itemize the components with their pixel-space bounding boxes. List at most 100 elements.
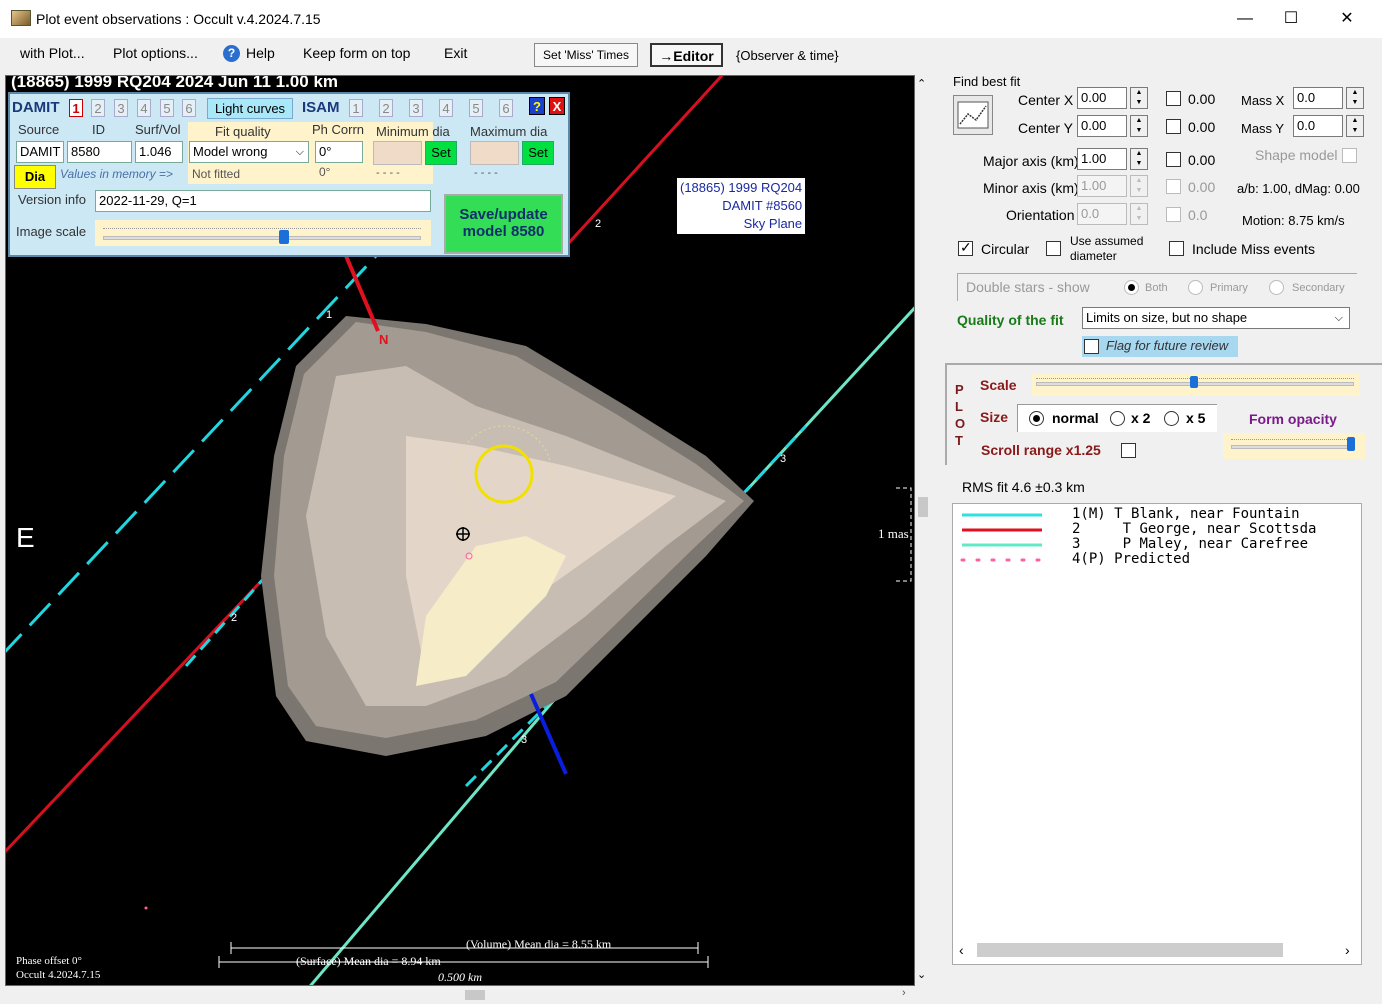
both-radio[interactable] [1124, 280, 1139, 295]
menu-keep-form-on-top[interactable]: Keep form on top [303, 45, 410, 61]
legend-hscrollbar[interactable]: ‹ › [953, 940, 1361, 962]
orientation-input[interactable]: 0.0 [1077, 203, 1127, 225]
use-assumed-label: Use assumed diameter [1070, 234, 1144, 263]
volume-dia-label: (Volume) Mean dia = 8.55 km [466, 937, 612, 951]
isam-tab-3[interactable]: 3 [409, 99, 423, 117]
set-min-dia-button[interactable]: Set [425, 141, 457, 165]
menu-help[interactable]: Help [246, 45, 275, 61]
scale-label: Scale [980, 377, 1017, 393]
orientation-checkbox[interactable] [1166, 207, 1181, 222]
center-y-checkbox[interactable] [1166, 119, 1181, 134]
center-y-input[interactable]: 0.00 [1077, 115, 1127, 137]
min-dia-field[interactable] [373, 141, 422, 165]
major-axis-input[interactable]: 1.00 [1077, 148, 1127, 170]
observer-time-link[interactable]: {Observer & time} [736, 48, 839, 63]
mass-x-input[interactable]: 0.0 [1293, 87, 1343, 109]
find-best-fit-button[interactable] [953, 95, 993, 135]
minor-axis-input[interactable]: 1.00 [1077, 175, 1127, 197]
isam-tab-2[interactable]: 2 [379, 99, 393, 117]
flag-review-checkbox[interactable] [1084, 339, 1099, 354]
menu-with-plot[interactable]: with Plot... [20, 45, 85, 61]
major-axis-checkbox[interactable] [1166, 152, 1181, 167]
light-curves-button[interactable]: Light curves [207, 98, 293, 119]
id-field[interactable]: 8580 [67, 141, 132, 163]
major-axis-check-value: 0.00 [1188, 152, 1216, 168]
damit-tab-3[interactable]: 3 [114, 99, 128, 117]
circular-checkbox[interactable] [958, 239, 973, 256]
scroll-range-checkbox[interactable] [1121, 443, 1136, 458]
major-axis-spinner[interactable]: ▲ ▼ [1130, 148, 1148, 170]
plot-hscrollbar[interactable]: › [5, 987, 915, 1002]
mass-y-spinner[interactable]: ▲ ▼ [1346, 115, 1364, 137]
orientation-spinner[interactable]: ▲ ▼ [1130, 203, 1148, 225]
chord-label-3b: 3 [521, 734, 528, 746]
minimize-button[interactable]: — [1222, 0, 1268, 38]
center-x-spinner[interactable]: ▲ ▼ [1130, 87, 1148, 109]
source-field[interactable]: DAMIT [16, 141, 64, 163]
fit-quality-select[interactable]: Model wrong ⌵ [189, 141, 309, 163]
editor-button[interactable]: →Editor [650, 43, 723, 67]
max-dia-field[interactable] [470, 141, 519, 165]
dia-button[interactable]: Dia [14, 165, 56, 189]
use-assumed-checkbox[interactable] [1046, 241, 1061, 256]
mass-y-input[interactable]: 0.0 [1293, 115, 1343, 137]
set-miss-times-button[interactable]: Set 'Miss' Times [534, 43, 638, 67]
isam-tab-4[interactable]: 4 [439, 99, 453, 117]
help-icon[interactable]: ? [223, 45, 240, 62]
scroll-right-icon[interactable]: › [1345, 942, 1350, 958]
isam-tab-6[interactable]: 6 [499, 99, 513, 117]
ph-corr-field[interactable]: 0° [315, 141, 363, 163]
form-opacity-slider[interactable] [1223, 433, 1365, 459]
secondary-radio[interactable] [1269, 280, 1284, 295]
shape-model-checkbox[interactable] [1342, 148, 1357, 163]
damit-help-button[interactable]: ? [529, 97, 545, 115]
scale-thumb[interactable] [1190, 376, 1198, 388]
center-x-input[interactable]: 0.00 [1077, 87, 1127, 109]
isam-tab-1[interactable]: 1 [349, 99, 363, 117]
mass-y-label: Mass Y [1241, 121, 1285, 136]
minor-axis-checkbox[interactable] [1166, 179, 1181, 194]
scroll-right-icon[interactable]: › [902, 987, 906, 999]
legend-hscroll-thumb[interactable] [977, 943, 1283, 957]
primary-radio[interactable] [1188, 280, 1203, 295]
vscroll-thumb[interactable] [918, 497, 928, 517]
save-update-model-button[interactable]: Save/update model 8580 [444, 194, 563, 254]
version-info-field[interactable]: 2022-11-29, Q=1 [95, 190, 431, 212]
damit-tab-5[interactable]: 5 [160, 99, 174, 117]
damit-tab-1[interactable]: 1 [69, 99, 83, 117]
include-miss-checkbox[interactable] [1169, 241, 1184, 256]
size-normal-radio[interactable] [1029, 411, 1044, 426]
set-max-dia-button[interactable]: Set [522, 141, 554, 165]
mass-x-spinner[interactable]: ▲ ▼ [1346, 87, 1364, 109]
maximize-button[interactable]: ☐ [1268, 0, 1314, 38]
damit-panel: DAMIT 1 2 3 4 5 6 Light curves ISAM 1 2 … [8, 92, 570, 257]
scroll-down-icon[interactable]: ⌄ [917, 968, 926, 981]
center-x-checkbox[interactable] [1166, 91, 1181, 106]
center-y-spinner[interactable]: ▲ ▼ [1130, 115, 1148, 137]
size-x2-radio[interactable] [1110, 411, 1125, 426]
form-opacity-thumb[interactable] [1347, 437, 1355, 451]
damit-close-button[interactable]: X [549, 97, 565, 115]
close-button[interactable]: ✕ [1324, 0, 1370, 38]
menu-exit[interactable]: Exit [444, 45, 467, 61]
surf-vol-field[interactable]: 1.046 [135, 141, 183, 163]
quality-fit-select[interactable]: Limits on size, but no shape ⌵ [1082, 307, 1350, 329]
hscroll-thumb[interactable] [465, 990, 485, 1000]
image-scale-thumb[interactable] [279, 230, 289, 244]
damit-tab-2[interactable]: 2 [91, 99, 105, 117]
phase-offset-label: Phase offset 0° [16, 955, 82, 967]
minor-axis-spinner[interactable]: ▲ ▼ [1130, 175, 1148, 197]
form-opacity-label: Form opacity [1249, 411, 1337, 427]
menu-plot-options[interactable]: Plot options... [113, 45, 198, 61]
damit-tab-6[interactable]: 6 [182, 99, 196, 117]
image-scale-slider[interactable] [95, 220, 431, 246]
scroll-left-icon[interactable]: ‹ [959, 942, 964, 958]
chevron-down-icon: ⌵ [1334, 312, 1343, 324]
flag-review-row[interactable]: Flag for future review [1082, 336, 1238, 357]
damit-tab-4[interactable]: 4 [137, 99, 151, 117]
size-x5-label: x 5 [1186, 410, 1206, 426]
size-x5-radio[interactable] [1164, 411, 1179, 426]
scroll-up-icon[interactable]: ⌃ [917, 77, 926, 90]
scale-slider[interactable] [1032, 374, 1359, 396]
isam-tab-5[interactable]: 5 [469, 99, 483, 117]
